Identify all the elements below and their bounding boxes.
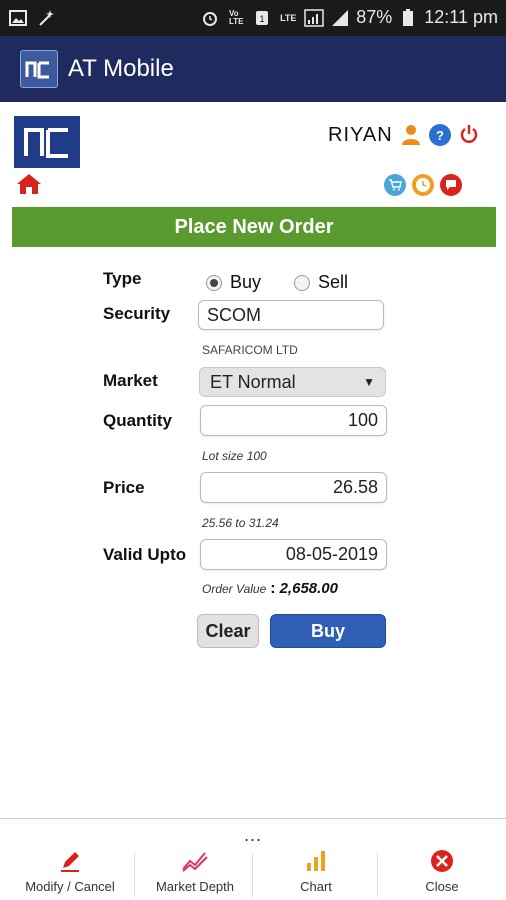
tab-label: Close bbox=[425, 879, 459, 894]
divider bbox=[252, 853, 253, 897]
user-name: RIYAN bbox=[328, 124, 393, 146]
app-title: AT Mobile bbox=[68, 55, 174, 82]
buy-radio-label: Buy bbox=[230, 272, 262, 292]
battery-icon bbox=[398, 8, 418, 28]
bar-chart-icon bbox=[260, 849, 372, 873]
signal-icon bbox=[304, 8, 324, 28]
alarm-icon bbox=[200, 8, 220, 28]
page-title: Place New Order bbox=[12, 207, 496, 247]
lot-size-hint: Lot size 100 bbox=[202, 449, 267, 463]
depth-chart-icon bbox=[140, 849, 250, 873]
tab-label: Modify / Cancel bbox=[25, 879, 115, 894]
order-value-sep: : bbox=[270, 580, 276, 597]
tab-modify-cancel[interactable]: Modify / Cancel bbox=[14, 849, 126, 897]
close-icon bbox=[386, 849, 498, 873]
power-icon[interactable] bbox=[459, 124, 479, 151]
cart-icon[interactable] bbox=[384, 174, 406, 196]
sell-radio-label: Sell bbox=[318, 272, 349, 292]
tab-close[interactable]: Close bbox=[386, 849, 498, 897]
wand-icon bbox=[36, 8, 56, 28]
buy-button[interactable]: Buy bbox=[270, 614, 386, 648]
valid-upto-input[interactable]: 08-05-2019 bbox=[200, 539, 387, 570]
help-icon[interactable]: ? bbox=[429, 124, 451, 146]
market-select-value: ET Normal bbox=[210, 372, 296, 392]
app-bar: AT Mobile bbox=[0, 36, 506, 102]
buy-radio[interactable]: Buy bbox=[206, 272, 261, 293]
price-range-hint: 25.56 to 31.24 bbox=[202, 516, 279, 530]
market-select[interactable]: ET Normal ▼ bbox=[199, 367, 386, 397]
signal-icon bbox=[330, 8, 350, 28]
lte-icon: LTE bbox=[280, 12, 297, 23]
type-label: Type bbox=[103, 269, 142, 288]
price-label: Price bbox=[103, 478, 145, 497]
app-logo bbox=[20, 50, 58, 88]
tab-market-depth[interactable]: Market Depth bbox=[140, 849, 250, 897]
sell-radio[interactable]: Sell bbox=[294, 272, 348, 293]
buy-radio-dot[interactable] bbox=[206, 274, 222, 291]
security-name: SAFARICOM LTD bbox=[202, 343, 298, 357]
sim1-icon: 1 bbox=[252, 8, 272, 28]
battery-percent: 87% bbox=[356, 7, 393, 27]
sell-radio-dot[interactable] bbox=[294, 274, 310, 291]
valid-upto-label: Valid Upto bbox=[103, 545, 187, 564]
user-icon[interactable] bbox=[401, 124, 421, 151]
clear-button[interactable]: Clear bbox=[197, 614, 259, 648]
price-input[interactable]: 26.58 bbox=[200, 472, 387, 503]
volte-icon: Vo LTE bbox=[228, 8, 244, 26]
pencil-icon bbox=[14, 849, 126, 873]
divider bbox=[377, 853, 378, 897]
tab-chart[interactable]: Chart bbox=[260, 849, 372, 897]
clock-time: 12:11 pm bbox=[424, 7, 498, 27]
chevron-down-icon: ▼ bbox=[363, 375, 375, 389]
more-dots[interactable]: ... bbox=[244, 825, 262, 846]
clock-icon[interactable] bbox=[412, 174, 434, 196]
divider bbox=[134, 853, 135, 897]
tab-label: Chart bbox=[300, 879, 332, 894]
order-value: Order Value : 2,658.00 bbox=[202, 580, 338, 598]
image-icon bbox=[8, 8, 28, 28]
order-value-label: Order Value bbox=[202, 582, 267, 596]
security-label: Security bbox=[103, 304, 171, 323]
home-icon[interactable] bbox=[16, 173, 42, 200]
market-label: Market bbox=[103, 371, 158, 390]
quantity-input[interactable]: 100 bbox=[200, 405, 387, 436]
svg-text:1: 1 bbox=[260, 14, 265, 24]
security-input[interactable]: SCOM bbox=[198, 300, 384, 330]
brand-logo bbox=[14, 116, 80, 168]
chat-icon[interactable] bbox=[440, 174, 462, 196]
status-bar: Vo LTE 1 LTE 87% 12:11 pm bbox=[0, 0, 506, 36]
tab-label: Market Depth bbox=[155, 879, 235, 894]
order-value-amount: 2,658.00 bbox=[279, 580, 338, 597]
bottom-nav: ... Modify / Cancel Market Depth Chart C… bbox=[0, 818, 506, 900]
quantity-label: Quantity bbox=[103, 411, 172, 430]
